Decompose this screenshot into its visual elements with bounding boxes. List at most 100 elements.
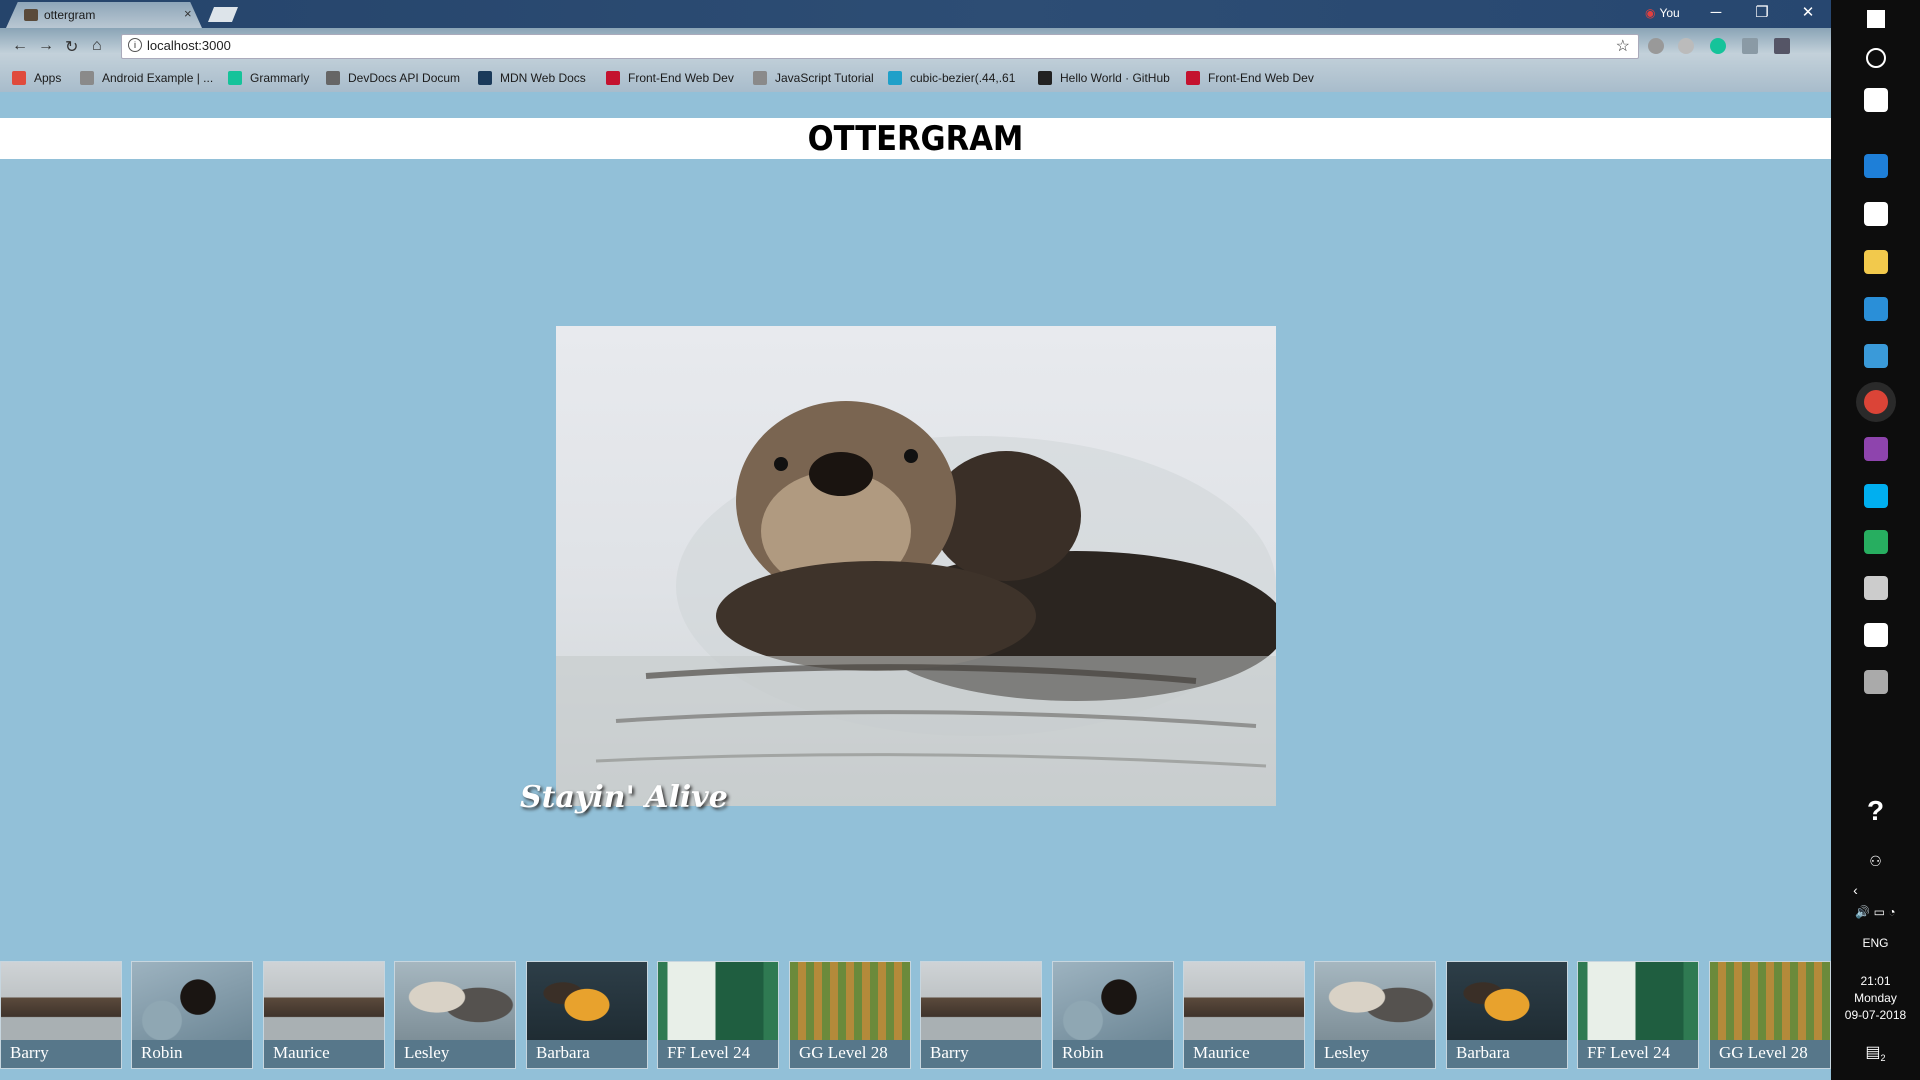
extension-icon[interactable] bbox=[1678, 38, 1694, 54]
app-misc-icon[interactable] bbox=[1864, 670, 1888, 694]
settings-icon[interactable] bbox=[1864, 623, 1888, 647]
thumbnail-image bbox=[264, 962, 384, 1040]
mdn-icon bbox=[478, 71, 492, 85]
bookmark-label: MDN Web Docs bbox=[500, 71, 586, 85]
grammarly-extension-icon[interactable] bbox=[1710, 38, 1726, 54]
bookmark-item[interactable]: cubic-bezier(.44,.61 bbox=[888, 71, 1015, 85]
github-icon bbox=[1038, 71, 1052, 85]
thumbnail-image bbox=[132, 962, 252, 1040]
reload-icon[interactable]: ↻ bbox=[65, 37, 78, 57]
info-icon[interactable]: i bbox=[128, 38, 142, 52]
thumbnail-title: Maurice bbox=[273, 1043, 330, 1062]
thumbnail-item[interactable]: Maurice bbox=[1183, 961, 1305, 1069]
bookmark-item[interactable]: Apps bbox=[12, 71, 61, 85]
close-window-button[interactable]: ✕ bbox=[1785, 0, 1831, 28]
thumbnail-item[interactable]: Lesley bbox=[394, 961, 516, 1069]
help-icon[interactable]: ? bbox=[1831, 795, 1920, 827]
windows-taskbar: ? ⚇ ‹ 🔊 ▭ ◔ ENG 21:01 Monday 09-07-2018 … bbox=[1831, 0, 1920, 1080]
skype-icon[interactable] bbox=[1864, 484, 1888, 508]
thumbnail-title: Robin bbox=[1062, 1043, 1104, 1062]
tab-close-button[interactable]: × bbox=[184, 6, 192, 21]
bookmark-item[interactable]: JavaScript Tutorial bbox=[753, 71, 874, 85]
thumbnail-item[interactable]: FF Level 24 bbox=[657, 961, 779, 1069]
thumbnail-image bbox=[1, 962, 121, 1040]
back-arrow-icon[interactable]: ← bbox=[12, 37, 28, 55]
thumbnail-title: Lesley bbox=[404, 1043, 450, 1062]
edge-icon[interactable] bbox=[1864, 154, 1888, 178]
page-icon bbox=[80, 71, 94, 85]
thumbnail-image bbox=[1053, 962, 1173, 1040]
thumbnail-item[interactable]: FF Level 24 bbox=[1577, 961, 1699, 1069]
new-tab-button[interactable] bbox=[208, 7, 238, 22]
internet-explorer-icon[interactable] bbox=[1864, 297, 1888, 321]
bookmark-label: JavaScript Tutorial bbox=[775, 71, 874, 85]
thumbnail-item[interactable]: GG Level 28 bbox=[1709, 961, 1831, 1069]
profile-button[interactable]: ◉ You bbox=[1645, 6, 1680, 20]
language-indicator[interactable]: ENG bbox=[1831, 936, 1920, 950]
bookmark-item[interactable]: Grammarly bbox=[228, 71, 309, 85]
bookmark-item[interactable]: Front-End Web Dev bbox=[1186, 71, 1314, 85]
home-icon[interactable]: ⌂ bbox=[92, 37, 102, 55]
bnr-icon bbox=[1186, 71, 1200, 85]
profile-icon: ◉ bbox=[1645, 6, 1656, 20]
paint-icon[interactable] bbox=[1864, 344, 1888, 368]
minimize-button[interactable]: ─ bbox=[1693, 0, 1739, 28]
restore-button[interactable]: ❐ bbox=[1739, 0, 1785, 28]
thumbnail-item[interactable]: Barry bbox=[920, 961, 1042, 1069]
notification-center[interactable]: ▤2 bbox=[1831, 1042, 1920, 1063]
bookmark-star-icon[interactable]: ☆ bbox=[1616, 36, 1630, 56]
address-bar[interactable]: i localhost:3000 ☆ bbox=[121, 34, 1639, 59]
thumbnail-title: Barry bbox=[10, 1043, 49, 1062]
extension-icon[interactable] bbox=[1648, 38, 1664, 54]
thumbnail-title: Maurice bbox=[1193, 1043, 1250, 1062]
extension-icon[interactable] bbox=[1774, 38, 1790, 54]
forward-arrow-icon[interactable]: → bbox=[38, 37, 54, 55]
cortana-icon[interactable] bbox=[1866, 48, 1886, 68]
bookmark-label: Apps bbox=[34, 71, 62, 85]
thumbnail-item[interactable]: Robin bbox=[1052, 961, 1174, 1069]
devdocs-icon bbox=[326, 71, 340, 85]
file-explorer-icon[interactable] bbox=[1864, 250, 1888, 274]
task-view-icon[interactable] bbox=[1864, 88, 1888, 112]
thumbnail-item[interactable]: Robin bbox=[131, 961, 253, 1069]
thumbnail-image bbox=[1315, 962, 1435, 1040]
otter-photo bbox=[556, 401, 1276, 806]
detail-title: Stayin' Alive bbox=[520, 780, 728, 815]
bookmark-item[interactable]: Android Example | ... bbox=[80, 71, 213, 85]
thumbnail-title: GG Level 28 bbox=[1719, 1043, 1808, 1062]
thumbnail-item[interactable]: Barbara bbox=[526, 961, 648, 1069]
thumbnail-item[interactable]: Barbara bbox=[1446, 961, 1568, 1069]
people-icon[interactable]: ⚇ bbox=[1831, 853, 1920, 870]
terminal-icon[interactable] bbox=[1864, 576, 1888, 600]
app-green-icon[interactable] bbox=[1864, 530, 1888, 554]
bookmark-label: Android Example | ... bbox=[102, 71, 214, 85]
app-purple-icon[interactable] bbox=[1864, 437, 1888, 461]
notification-icon: ▤ bbox=[1865, 1044, 1881, 1061]
thumbnail-image bbox=[658, 962, 778, 1040]
hp-icon[interactable] bbox=[1864, 202, 1888, 226]
thumbnail-item[interactable]: Maurice bbox=[263, 961, 385, 1069]
bookmark-item[interactable]: MDN Web Docs bbox=[478, 71, 586, 85]
thumbnail-title: Robin bbox=[141, 1043, 183, 1062]
thumbnail-list: Barry Robin Maurice Lesley Barbara FF Level 2… bbox=[0, 961, 1831, 1069]
thumbnail-title: FF Level 24 bbox=[1587, 1043, 1671, 1062]
bnr-icon bbox=[606, 71, 620, 85]
thumbnail-item[interactable]: Barry bbox=[0, 961, 122, 1069]
thumbnail-item[interactable]: GG Level 28 bbox=[789, 961, 911, 1069]
thumbnail-item[interactable]: Lesley bbox=[1314, 961, 1436, 1069]
bookmark-label: Front-End Web Dev bbox=[1208, 71, 1314, 85]
clock-date: 09-07-2018 bbox=[1844, 1008, 1907, 1022]
system-tray-icons[interactable]: 🔊 ▭ ◔ bbox=[1831, 905, 1920, 919]
detail-image bbox=[556, 326, 1276, 806]
bookmark-item[interactable]: DevDocs API Docum bbox=[326, 71, 460, 85]
windows-start-icon[interactable] bbox=[1867, 10, 1885, 28]
extension-icon[interactable] bbox=[1742, 38, 1758, 54]
bookmark-item[interactable]: Hello World · GitHub bbox=[1038, 71, 1170, 85]
chevron-left-icon[interactable]: ‹ bbox=[1811, 882, 1900, 898]
thumbnail-title: Lesley bbox=[1324, 1043, 1370, 1062]
thumbnail-title: FF Level 24 bbox=[667, 1043, 751, 1062]
browser-tab[interactable]: ottergram × bbox=[6, 2, 202, 28]
clock[interactable]: 21:01 Monday 09-07-2018 bbox=[1831, 973, 1920, 1024]
chrome-icon[interactable] bbox=[1864, 390, 1888, 414]
bookmark-item[interactable]: Front-End Web Dev bbox=[606, 71, 734, 85]
